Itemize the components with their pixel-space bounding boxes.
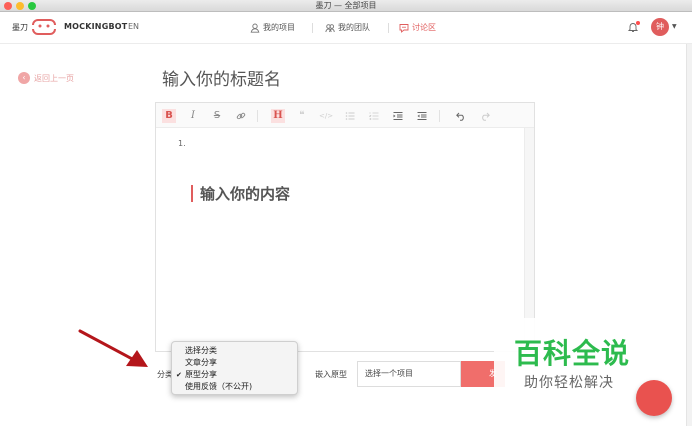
team-icon — [325, 23, 335, 32]
category-option-selected[interactable]: ✔ 原型分享 — [172, 369, 297, 381]
bullet-list-icon — [345, 112, 355, 120]
nav-discussion[interactable]: 讨论区 — [399, 22, 436, 33]
brand-name[interactable]: MOCKINGBOT — [64, 22, 127, 31]
back-link-label: 返回上一页 — [34, 73, 74, 83]
user-icon — [250, 23, 260, 33]
rich-text-editor: B I S H ❝ </> 1. 输入你的内容 — [155, 102, 535, 352]
ordered-list-button[interactable] — [367, 109, 381, 123]
nav-divider — [312, 23, 313, 33]
category-dropdown-menu: 选择分类 文章分享 ✔ 原型分享 使用反馈（不公开) — [171, 341, 298, 395]
nav-my-projects-label: 我的项目 — [263, 23, 295, 32]
unordered-list-button[interactable] — [343, 109, 357, 123]
indent-icon — [393, 112, 403, 120]
window-title: 墨刀 — 全部项目 — [315, 1, 377, 10]
embed-prototype-label: 嵌入原型 — [315, 370, 347, 379]
undo-icon — [456, 112, 464, 121]
language-switch[interactable]: EN — [128, 22, 139, 31]
nav-my-team-label: 我的团队 — [338, 23, 370, 32]
post-title-input[interactable]: 输入你的标题名 — [162, 65, 522, 91]
nav-divider — [388, 23, 389, 33]
nav-discussion-label: 讨论区 — [412, 23, 436, 32]
nav-my-team[interactable]: 我的团队 — [325, 22, 370, 33]
italic-button[interactable]: I — [186, 109, 200, 123]
link-button[interactable] — [234, 109, 248, 123]
watermark-title: 百科全说 — [514, 337, 631, 370]
text-caret — [191, 185, 193, 202]
code-button[interactable]: </> — [319, 109, 333, 123]
category-option[interactable]: 文章分享 — [172, 357, 297, 369]
window-scrollbar[interactable] — [686, 44, 692, 426]
avatar[interactable]: 钟 — [651, 18, 669, 36]
notification-dot — [636, 21, 640, 25]
editor-toolbar: B I S H ❝ </> — [156, 103, 534, 128]
toolbar-divider — [257, 110, 258, 122]
category-option[interactable]: 选择分类 — [172, 345, 297, 357]
category-option[interactable]: 使用反馈（不公开) — [172, 381, 297, 393]
chat-bubble-icon — [399, 23, 409, 33]
redo-icon — [482, 112, 490, 121]
content-placeholder[interactable]: 输入你的内容 — [200, 183, 290, 204]
indent-button[interactable] — [391, 109, 405, 123]
floating-action-button[interactable] — [636, 380, 672, 416]
top-nav: 墨刀 MOCKINGBOT EN 我的项目 我的团队 讨论区 钟 ▼ — [0, 12, 692, 44]
quote-button[interactable]: ❝ — [295, 109, 309, 123]
watermark-subtitle: 助你轻松解决 — [524, 375, 614, 391]
outdent-icon — [417, 112, 427, 120]
link-icon — [236, 112, 246, 120]
heading-button[interactable]: H — [271, 109, 285, 123]
annotation-arrow-icon — [78, 329, 148, 367]
toolbar-divider — [439, 110, 440, 122]
window-titlebar: 墨刀 — 全部项目 — [0, 0, 692, 12]
strikethrough-button[interactable]: S — [210, 109, 224, 123]
back-link[interactable]: ‹ 返回上一页 — [18, 72, 74, 84]
checkmark-icon: ✔ — [176, 371, 182, 379]
numbered-list-icon — [368, 112, 379, 121]
outdent-button[interactable] — [415, 109, 429, 123]
back-arrow-icon: ‹ — [18, 72, 30, 84]
undo-button[interactable] — [454, 109, 468, 123]
mockingbot-logo-icon[interactable] — [31, 17, 57, 37]
bold-button[interactable]: B — [162, 109, 176, 123]
redo-button[interactable] — [478, 109, 492, 123]
brand-cn[interactable]: 墨刀 — [12, 22, 28, 33]
nav-my-projects[interactable]: 我的项目 — [250, 22, 295, 33]
chevron-down-icon[interactable]: ▼ — [672, 23, 677, 30]
list-marker: 1. — [178, 139, 186, 148]
project-select[interactable]: 选择一个项目 — [357, 361, 461, 387]
